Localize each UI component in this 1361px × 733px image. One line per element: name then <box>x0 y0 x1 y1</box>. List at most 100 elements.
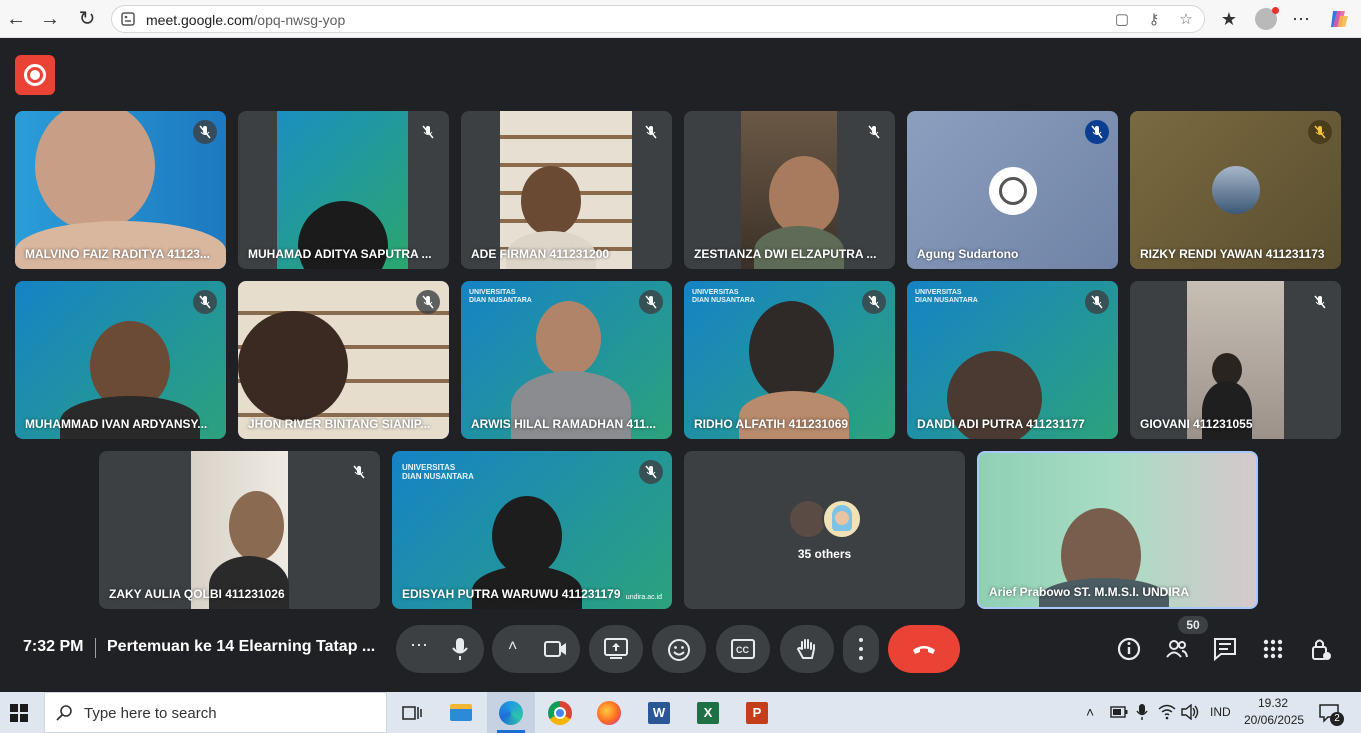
key-icon[interactable]: ⚷ <box>1145 11 1163 29</box>
university-logo: UNIVERSITAS DIAN NUSANTARA <box>402 463 474 481</box>
camera-control-group: ˄ <box>492 625 580 673</box>
participant-tile[interactable]: JHON RIVER BINTANG SIANIP... <box>238 281 449 439</box>
volume-icon[interactable] <box>1181 704 1199 720</box>
microphone-tray-icon[interactable] <box>1135 703 1149 721</box>
windows-start-icon[interactable] <box>10 704 28 722</box>
mic-off-icon <box>193 290 217 314</box>
meet-stage: MALVINO FAIZ RADITYA 41123... MUHAMAD AD… <box>0 38 1358 689</box>
mic-off-icon <box>639 290 663 314</box>
taskbar-search-box[interactable]: Type here to search <box>44 692 387 733</box>
participant-name: ZESTIANZA DWI ELZAPUTRA ... <box>694 247 877 261</box>
meeting-details-icon[interactable] <box>1116 636 1142 662</box>
clock-date[interactable]: 20/06/2025 <box>1244 713 1304 727</box>
people-icon[interactable] <box>1164 636 1190 662</box>
chrome-icon[interactable] <box>536 692 584 733</box>
mic-off-icon <box>862 290 886 314</box>
participant-tile[interactable]: MUHAMAD ADITYA SAPUTRA ... <box>238 111 449 269</box>
mic-off-icon <box>347 460 371 484</box>
search-placeholder: Type here to search <box>84 705 217 722</box>
url-domain: meet.google.com <box>146 12 254 28</box>
powerpoint-icon[interactable]: P <box>732 692 780 733</box>
mic-off-icon <box>639 120 663 144</box>
address-bar[interactable]: meet.google.com/opq-nwsg-yop ▢ ⚷ ☆ <box>111 5 1205 33</box>
more-audio-options-icon[interactable]: ⋯ <box>410 635 428 656</box>
search-icon <box>56 705 72 721</box>
chevron-up-icon[interactable]: ˄ <box>508 638 517 656</box>
notification-badge: 2 <box>1330 712 1344 726</box>
site-info-icon[interactable] <box>121 11 135 27</box>
url-text: meet.google.com/opq-nwsg-yop <box>146 12 345 28</box>
avatar <box>1212 166 1260 214</box>
activities-icon[interactable] <box>1260 636 1286 662</box>
participant-tile[interactable]: UNIVERSITAS DIAN NUSANTARA undira.ac.id E… <box>392 451 672 609</box>
participant-tile[interactable]: Agung Sudartono <box>907 111 1118 269</box>
captions-button[interactable]: CC <box>716 625 770 673</box>
host-controls-icon[interactable] <box>1308 636 1334 662</box>
mic-off-icon <box>1308 290 1332 314</box>
captions-icon: CC <box>731 639 755 659</box>
clock-time[interactable]: 19.32 <box>1258 696 1288 710</box>
participant-tile[interactable]: UNIVERSITAS DIAN NUSANTARA ARWIS HILAL RA… <box>461 281 672 439</box>
participant-tile[interactable]: ADE FIRMAN 411231200 <box>461 111 672 269</box>
participant-tile[interactable]: MALVINO FAIZ RADITYA 41123... <box>15 111 226 269</box>
profile-avatar[interactable] <box>1253 7 1279 31</box>
participant-name: Agung Sudartono <box>917 247 1019 261</box>
participant-name: MUHAMMAD IVAN ARDYANSY... <box>25 417 208 431</box>
participant-name: RIDHO ALFATIH 411231069 <box>694 417 849 431</box>
participant-tile[interactable]: UNIVERSITAS DIAN NUSANTARA RIDHO ALFATIH … <box>684 281 895 439</box>
participant-tile[interactable]: GIOVANI 411231055 <box>1130 281 1341 439</box>
more-options-button[interactable] <box>843 625 879 673</box>
participant-name: ADE FIRMAN 411231200 <box>471 247 610 261</box>
battery-icon[interactable] <box>1110 706 1128 718</box>
forward-icon[interactable]: → <box>38 7 62 31</box>
raise-hand-icon <box>796 639 815 659</box>
camera-permission-icon[interactable]: ▢ <box>1113 11 1131 29</box>
participant-name: DANDI ADI PUTRA 411231177 <box>917 417 1085 431</box>
mic-off-icon <box>639 460 663 484</box>
task-view-icon[interactable] <box>388 692 436 733</box>
wifi-icon[interactable] <box>1158 704 1176 720</box>
microphone-icon[interactable] <box>450 637 470 661</box>
leave-call-button[interactable] <box>888 625 960 673</box>
participant-tile[interactable]: ZESTIANZA DWI ELZAPUTRA ... <box>684 111 895 269</box>
reactions-button[interactable] <box>652 625 706 673</box>
copilot-icon[interactable] <box>1326 7 1352 31</box>
participant-tile[interactable]: UNIVERSITAS DIAN NUSANTARA DANDI ADI PUTR… <box>907 281 1118 439</box>
participant-name: JHON RIVER BINTANG SIANIP... <box>248 417 431 431</box>
mic-off-icon <box>1085 120 1109 144</box>
others-tile[interactable]: 35 others <box>684 451 965 609</box>
mic-off-icon <box>416 290 440 314</box>
svg-text:CC: CC <box>736 645 749 655</box>
excel-icon[interactable]: X <box>683 692 731 733</box>
participant-name: Arief Prabowo ST. M.M.S.I. UNDIRA <box>989 585 1190 599</box>
university-url: undira.ac.id <box>625 594 662 601</box>
participant-name: RIZKY RENDI YAWAN 411231173 <box>1140 247 1325 261</box>
chevron-up-icon[interactable]: ˄ <box>1086 704 1094 720</box>
participant-tile[interactable]: ZAKY AULIA QOLBI 411231026 <box>99 451 380 609</box>
file-explorer-icon[interactable] <box>437 692 485 733</box>
mic-off-icon <box>1308 120 1332 144</box>
edge-browser-icon[interactable] <box>487 692 535 733</box>
camera-icon[interactable] <box>544 639 568 659</box>
favorite-star-icon[interactable]: ☆ <box>1177 11 1195 29</box>
recording-indicator-button[interactable] <box>15 55 55 95</box>
favorites-icon[interactable]: ★ <box>1216 7 1242 31</box>
mic-off-icon <box>193 120 217 144</box>
participant-tile[interactable]: RIZKY RENDI YAWAN 411231173 <box>1130 111 1341 269</box>
reload-icon[interactable]: ↻ <box>75 7 99 31</box>
word-icon[interactable]: W <box>634 692 682 733</box>
present-screen-button[interactable] <box>589 625 643 673</box>
more-options-icon[interactable]: ⋯ <box>1288 7 1314 31</box>
present-screen-icon <box>604 638 628 659</box>
chat-icon[interactable] <box>1212 636 1238 662</box>
browser-toolbar: ← → ↻ meet.google.com/opq-nwsg-yop ▢ ⚷ ☆… <box>0 0 1361 38</box>
participant-name: ZAKY AULIA QOLBI 411231026 <box>109 587 285 601</box>
firefox-icon[interactable] <box>585 692 633 733</box>
university-logo: UNIVERSITAS DIAN NUSANTARA <box>469 289 532 304</box>
raise-hand-button[interactable] <box>780 625 834 673</box>
participant-tile[interactable]: MUHAMMAD IVAN ARDYANSY... <box>15 281 226 439</box>
active-speaker-tile[interactable]: Arief Prabowo ST. M.M.S.I. UNDIRA <box>977 451 1258 609</box>
url-path: /opq-nwsg-yop <box>253 12 346 28</box>
back-icon[interactable]: ← <box>4 7 28 31</box>
input-language[interactable]: IND <box>1210 705 1231 719</box>
